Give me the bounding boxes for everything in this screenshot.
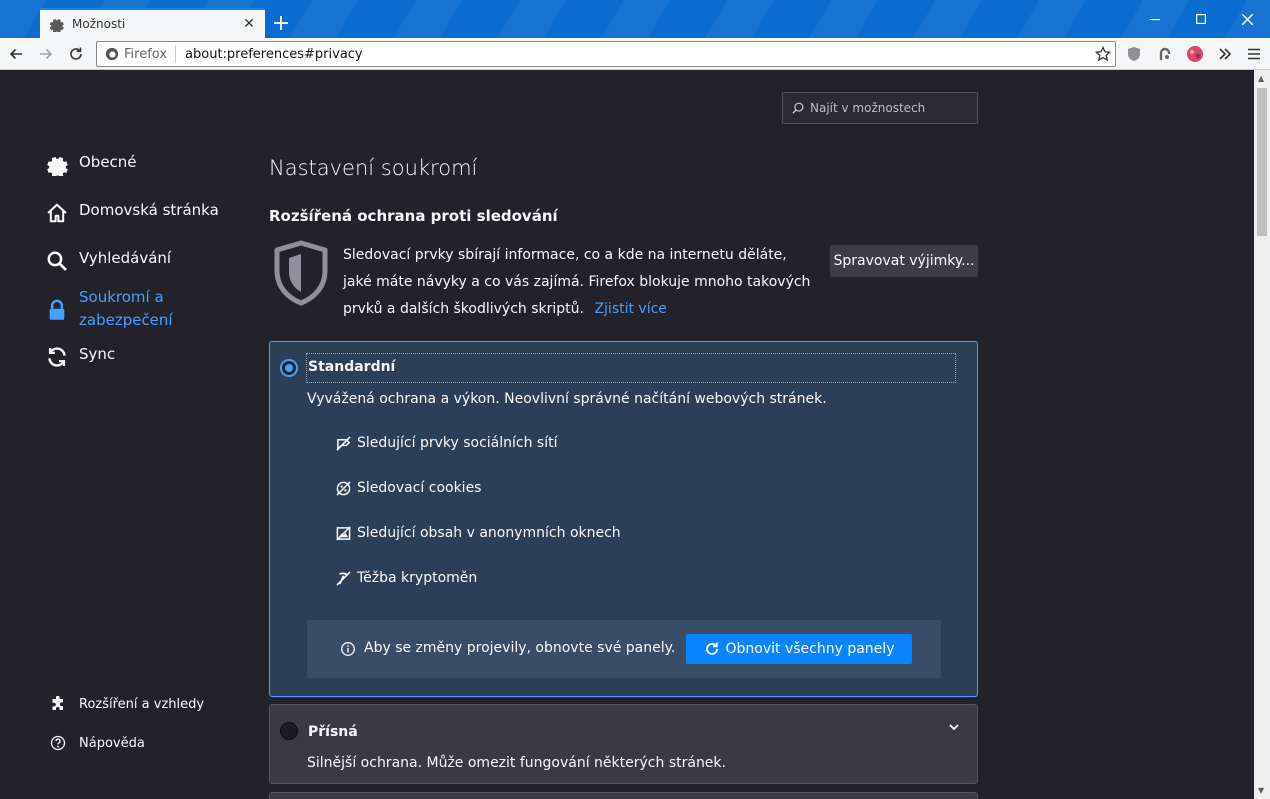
scroll-down-arrow-icon[interactable]: ▼ bbox=[1258, 786, 1264, 795]
feature-item: Sledovací cookies bbox=[335, 480, 481, 496]
arrow-left-icon bbox=[9, 48, 22, 60]
help-icon bbox=[50, 735, 66, 751]
standard-label[interactable]: Standardní bbox=[308, 359, 395, 375]
strict-label[interactable]: Přísná bbox=[308, 724, 358, 740]
extension-icon[interactable] bbox=[1155, 44, 1175, 64]
close-tab-icon[interactable]: ✕ bbox=[241, 16, 257, 32]
sidebar-item-label: Sync bbox=[79, 345, 116, 363]
lock-icon bbox=[45, 298, 69, 322]
sidebar-item-help[interactable]: Nápověda bbox=[50, 735, 145, 751]
sidebar-item-label: Domovská stránka bbox=[79, 201, 219, 219]
maximize-button[interactable] bbox=[1178, 0, 1224, 38]
sidebar-footer-label: Nápověda bbox=[79, 735, 145, 751]
navigation-toolbar: Firefox about:preferences#privacy bbox=[0, 38, 1270, 70]
etp-strict-card[interactable]: Přísná Silnější ochrana. Může omezit fun… bbox=[269, 704, 978, 784]
standard-radio[interactable] bbox=[280, 359, 298, 377]
sidebar-item-label: Soukromí a zabezpečení bbox=[79, 288, 173, 329]
bookmark-star-icon[interactable] bbox=[1091, 46, 1115, 62]
back-button[interactable] bbox=[2, 40, 30, 68]
close-window-button[interactable] bbox=[1224, 0, 1270, 38]
sidebar-item-general[interactable]: Obecné bbox=[45, 153, 137, 177]
preferences-page: Obecné Domovská stránka Vyhledávání Souk… bbox=[0, 70, 1254, 799]
search-input[interactable] bbox=[810, 101, 970, 115]
sidebar-item-home[interactable]: Domovská stránka bbox=[45, 201, 219, 225]
shield-extension-icon[interactable] bbox=[1124, 44, 1144, 64]
sync-icon bbox=[45, 345, 69, 369]
sidebar-footer-label: Rozšíření a vzhledy bbox=[79, 696, 205, 712]
focus-ring bbox=[306, 353, 956, 383]
reload-icon bbox=[70, 47, 82, 60]
social-tracker-icon bbox=[335, 435, 351, 451]
scrollbar-thumb[interactable] bbox=[1257, 88, 1267, 236]
feature-label: Sledující obsah v anonymních oknech bbox=[357, 525, 621, 541]
home-icon bbox=[45, 201, 69, 225]
reload-button[interactable] bbox=[62, 40, 90, 68]
etp-description-text: Sledovací prvky sbírají informace, co a … bbox=[343, 247, 811, 317]
sidebar-item-label: Obecné bbox=[79, 153, 137, 171]
cookie-icon bbox=[335, 480, 351, 496]
etp-custom-card[interactable] bbox=[269, 792, 978, 799]
menu-hamburger-icon[interactable] bbox=[1244, 44, 1264, 64]
manage-exceptions-button[interactable]: Spravovat výjimky... bbox=[830, 245, 978, 277]
firefox-icon bbox=[105, 47, 119, 61]
feature-item: Sledující obsah v anonymních oknech bbox=[335, 525, 621, 541]
learn-more-link[interactable]: Zjistit více bbox=[594, 301, 666, 317]
sidebar-item-label: Vyhledávání bbox=[79, 249, 172, 267]
tab-title: Možnosti bbox=[72, 17, 126, 31]
gear-icon bbox=[48, 16, 64, 32]
feature-item: Těžba kryptoměn bbox=[335, 570, 477, 586]
identity-label: Firefox bbox=[124, 46, 168, 62]
forward-button[interactable] bbox=[32, 40, 60, 68]
avatar-icon[interactable] bbox=[1185, 44, 1205, 64]
chevron-down-icon[interactable] bbox=[946, 719, 962, 735]
sidebar-item-privacy[interactable]: Soukromí a zabezpečení bbox=[45, 286, 199, 332]
new-tab-button[interactable]: + bbox=[267, 10, 295, 36]
tracking-content-icon bbox=[335, 525, 351, 541]
info-icon bbox=[341, 642, 355, 656]
minimize-button[interactable] bbox=[1132, 0, 1178, 38]
search-icon bbox=[792, 102, 804, 114]
sidebar-item-sync[interactable]: Sync bbox=[45, 345, 115, 369]
arrow-right-icon bbox=[40, 48, 53, 60]
title-bar: Možnosti ✕ + bbox=[0, 0, 1270, 38]
sidebar-item-search[interactable]: Vyhledávání bbox=[45, 249, 171, 273]
cryptominer-icon bbox=[335, 570, 351, 586]
page-scrollbar[interactable]: ▲ ▼ bbox=[1254, 70, 1270, 799]
identity-box[interactable]: Firefox bbox=[97, 45, 177, 63]
reload-notice-text: Aby se změny projevily, obnovte své pane… bbox=[364, 640, 676, 656]
search-icon bbox=[45, 249, 69, 273]
sidebar-item-addons[interactable]: Rozšíření a vzhledy bbox=[50, 696, 204, 712]
url-bar[interactable]: Firefox about:preferences#privacy bbox=[96, 41, 1116, 67]
feature-item: Sledující prvky sociálních sítí bbox=[335, 435, 558, 451]
etp-description: Sledovací prvky sbírají informace, co a … bbox=[343, 242, 813, 323]
strict-radio[interactable] bbox=[280, 722, 298, 740]
overflow-chevron-icon[interactable] bbox=[1215, 44, 1235, 64]
reload-icon bbox=[705, 642, 718, 655]
scroll-up-arrow-icon[interactable]: ▲ bbox=[1258, 74, 1264, 83]
shield-icon bbox=[274, 240, 328, 306]
url-text[interactable]: about:preferences#privacy bbox=[176, 47, 1091, 62]
feature-label: Těžba kryptoměn bbox=[357, 570, 478, 586]
reload-all-tabs-button[interactable]: Obnovit všechny panely bbox=[686, 634, 912, 664]
puzzle-icon bbox=[50, 696, 66, 712]
strict-description: Silnější ochrana. Může omezit fungování … bbox=[307, 755, 726, 771]
reload-notice: Aby se změny projevily, obnovte své pane… bbox=[307, 620, 941, 678]
etp-standard-card[interactable]: Standardní Vyvážená ochrana a výkon. Neo… bbox=[269, 341, 978, 697]
reload-button-label: Obnovit všechny panely bbox=[725, 641, 895, 657]
feature-label: Sledující prvky sociálních sítí bbox=[357, 435, 558, 451]
gear-icon bbox=[45, 153, 69, 177]
feature-label: Sledovací cookies bbox=[357, 480, 482, 496]
standard-description: Vyvážená ochrana a výkon. Neovlivní sprá… bbox=[307, 391, 827, 407]
tab-preferences[interactable]: Možnosti ✕ bbox=[40, 8, 265, 38]
page-title: Nastavení soukromí bbox=[269, 156, 478, 180]
etp-heading: Rozšířená ochrana proti sledování bbox=[269, 207, 558, 225]
preferences-search[interactable] bbox=[782, 92, 978, 124]
